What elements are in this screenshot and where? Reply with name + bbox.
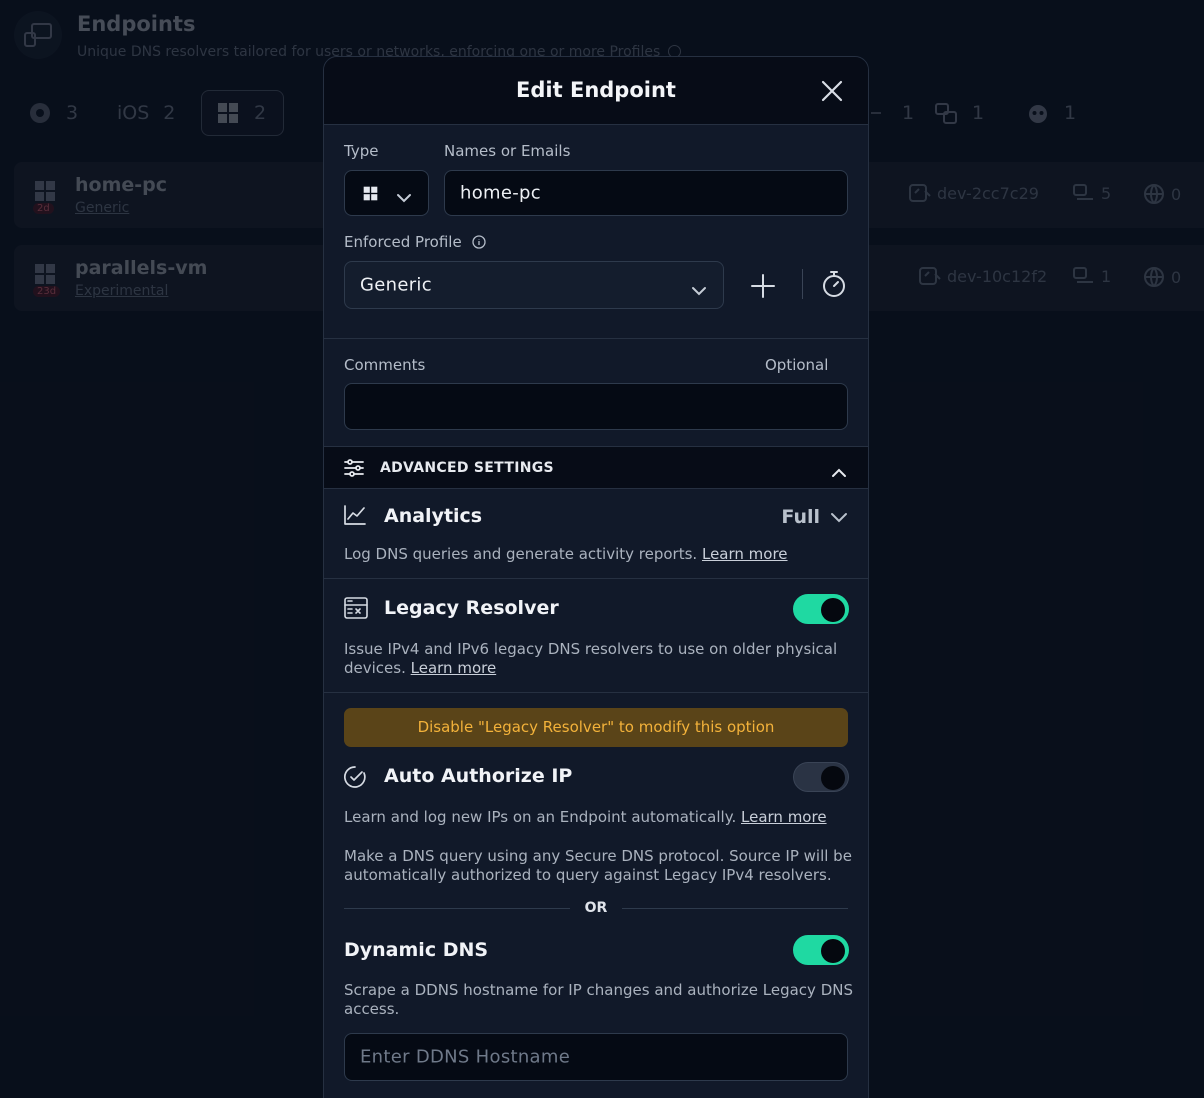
comments-input[interactable] [344,383,848,430]
info-icon [472,235,487,249]
legacy-resolver-title: Legacy Resolver [384,597,559,619]
comments-label: Comments [344,356,426,374]
auto-authorize-title: Auto Authorize IP [384,765,573,787]
dynamic-dns-description: Scrape a DDNS hostname for IP changes an… [344,981,853,1018]
analytics-level-select[interactable]: Full [781,506,848,528]
optional-label: Optional [765,356,829,374]
legacy-resolver-icon [344,597,368,623]
auto-authorize-note: Make a DNS query using any Secure DNS pr… [344,847,852,884]
edit-endpoint-modal: Edit Endpoint Type Names or Emails home-… [323,56,869,1098]
analytics-level-value: Full [781,506,820,528]
timer-icon [823,271,845,297]
chevron-down-icon [691,281,707,300]
ddns-hostname-placeholder: Enter DDNS Hostname [360,1046,571,1068]
type-select[interactable] [344,170,429,216]
divider [324,338,868,339]
advanced-settings-toggle[interactable]: ADVANCED SETTINGS [324,446,868,489]
shield-check-icon [343,765,366,793]
windows-icon [363,186,378,205]
sliders-icon [344,459,364,481]
schedule-button[interactable] [821,270,847,298]
plus-icon [751,274,775,298]
or-separator: OR [584,900,608,916]
learn-more-link[interactable]: Learn more [702,545,788,563]
modal-title: Edit Endpoint [516,78,676,102]
names-label: Names or Emails [444,142,571,160]
type-label: Type [344,142,379,160]
names-input[interactable]: home-pc [444,170,848,216]
names-input-value: home-pc [460,182,541,204]
modal-header: Edit Endpoint [324,57,868,125]
enforced-profile-label: Enforced Profile [344,233,487,251]
close-button[interactable] [818,77,846,105]
legacy-resolver-toggle[interactable] [793,594,849,624]
chevron-up-icon [831,463,847,482]
profile-select-value: Generic [360,274,432,296]
chevron-down-icon [396,188,412,207]
dynamic-dns-title: Dynamic DNS [344,939,489,961]
advanced-settings-label: ADVANCED SETTINGS [380,460,554,476]
auto-authorize-description: Learn and log new IPs on an Endpoint aut… [344,808,827,826]
warning-banner: Disable "Legacy Resolver" to modify this… [344,708,848,747]
divider [324,692,868,693]
profile-select[interactable]: Generic [344,261,724,309]
divider [622,908,848,909]
close-icon [821,80,843,102]
learn-more-link[interactable]: Learn more [411,659,497,677]
ddns-hostname-input[interactable]: Enter DDNS Hostname [344,1033,848,1081]
legacy-resolver-description: Issue IPv4 and IPv6 legacy DNS resolvers… [344,640,838,677]
learn-more-link[interactable]: Learn more [741,808,827,826]
divider [344,908,570,909]
analytics-title: Analytics [384,505,483,527]
add-profile-button[interactable] [750,273,776,299]
dynamic-dns-toggle[interactable] [793,935,849,965]
chevron-down-icon [831,512,847,522]
divider [324,578,868,579]
auto-authorize-toggle[interactable] [793,762,849,792]
divider [802,269,803,299]
analytics-description: Log DNS queries and generate activity re… [344,545,788,563]
chart-line-icon [344,505,366,529]
